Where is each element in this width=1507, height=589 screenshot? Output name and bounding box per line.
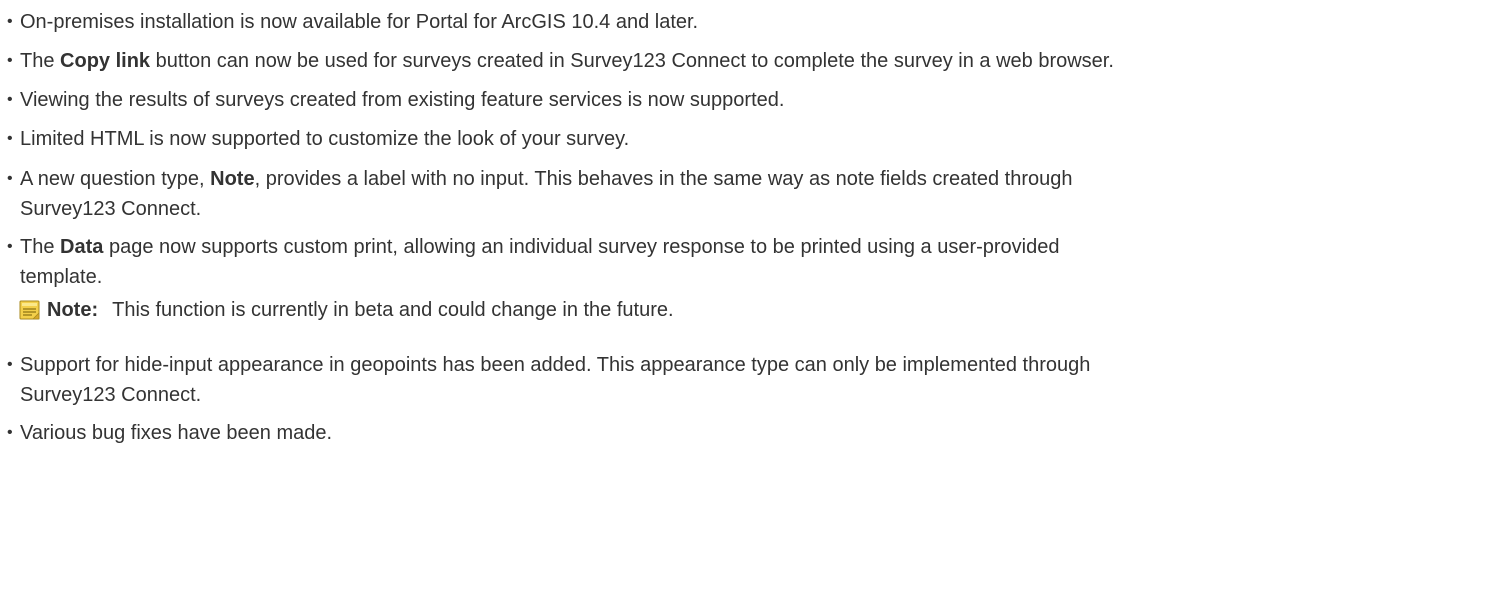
text-run: A new question type,: [20, 168, 211, 190]
note-text: This function is currently in beta and c…: [112, 299, 674, 321]
text-run: The: [20, 236, 61, 258]
ui-term: Copy link: [60, 50, 151, 72]
text-run: Support for hide-input appearance in geo…: [20, 354, 1091, 376]
item-text: The Data page now supports custom print,…: [20, 232, 1060, 262]
text-run: button can now be used for surveys creat…: [150, 50, 1114, 72]
list-item: Viewing the results of surveys created f…: [0, 85, 784, 115]
text-run: The: [20, 50, 61, 72]
text-run: page now supports custom print, allowing…: [103, 236, 1060, 258]
list-item: Support for hide-input appearance in geo…: [0, 350, 1090, 410]
item-text: The Copy link button can now be used for…: [20, 46, 1114, 76]
list-item: The Data page now supports custom print,…: [0, 232, 1060, 292]
item-text: A new question type, Note, provides a la…: [20, 164, 1072, 194]
text-run: , provides a label with no input. This b…: [254, 168, 1073, 190]
text-run: Viewing the results of surveys created f…: [20, 89, 785, 111]
list-item: A new question type, Note, provides a la…: [0, 164, 1072, 224]
list-item: On-premises installation is now availabl…: [0, 7, 698, 37]
item-text: Viewing the results of surveys created f…: [20, 85, 784, 115]
ui-term: Data: [60, 236, 104, 258]
item-text: Various bug fixes have been made.: [20, 418, 332, 448]
text-run: Limited HTML is now supported to customi…: [20, 128, 630, 150]
item-text: On-premises installation is now availabl…: [20, 7, 698, 37]
text-run: On-premises installation is now availabl…: [20, 11, 699, 33]
item-text: Support for hide-input appearance in geo…: [20, 350, 1090, 380]
item-text-continued: template.: [20, 266, 103, 288]
ui-term: Note: [210, 168, 255, 190]
item-text: Limited HTML is now supported to customi…: [20, 124, 629, 154]
item-text-continued: Survey123 Connect.: [20, 384, 202, 406]
list-item: Limited HTML is now supported to customi…: [0, 124, 629, 154]
item-text-continued: Survey123 Connect.: [20, 198, 202, 220]
text-run: Various bug fixes have been made.: [20, 422, 333, 444]
list-item: Various bug fixes have been made.: [0, 418, 332, 448]
note-callout: Note: This function is currently in beta…: [19, 295, 674, 325]
list-item: The Copy link button can now be used for…: [0, 46, 1114, 76]
note-label: Note:: [47, 299, 99, 321]
note-icon: [19, 299, 41, 321]
